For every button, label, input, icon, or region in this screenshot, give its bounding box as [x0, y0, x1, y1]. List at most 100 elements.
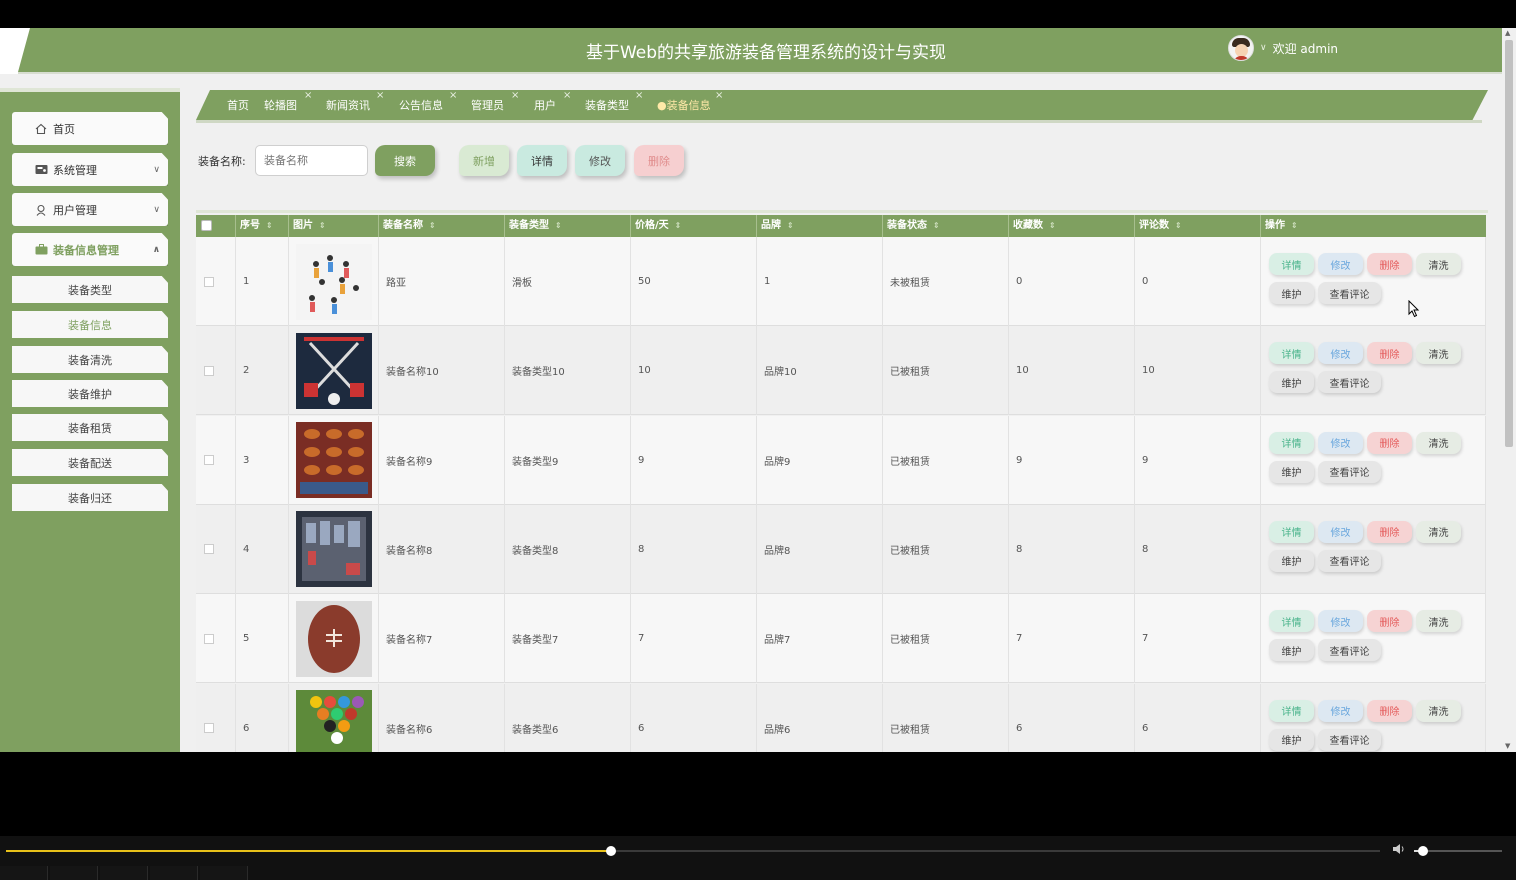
row-maintain-button[interactable]: 维护: [1269, 282, 1314, 304]
sort-icon[interactable]: ⇕: [1291, 221, 1298, 230]
sort-icon[interactable]: ⇕: [429, 221, 436, 230]
row-delete-button[interactable]: 删除: [1367, 431, 1412, 454]
chevron-down-icon[interactable]: ∨: [1260, 43, 1267, 53]
sidebar-item-equipment[interactable]: 装备信息管理 ∧: [12, 233, 168, 266]
row-maintain-button[interactable]: 维护: [1269, 371, 1314, 394]
close-icon[interactable]: ×: [304, 90, 312, 101]
tab-equipment-info[interactable]: ●装备信息 ×: [657, 90, 723, 113]
detail-button[interactable]: 详情: [517, 145, 567, 176]
search-button[interactable]: 搜索: [375, 145, 435, 176]
row-maintain-button[interactable]: 维护: [1269, 549, 1314, 572]
row-edit-button[interactable]: 修改: [1318, 342, 1363, 365]
row-checkbox[interactable]: [204, 365, 214, 376]
vertical-scrollbar[interactable]: ▲ ▼: [1502, 28, 1516, 752]
volume-icon[interactable]: [1392, 843, 1406, 859]
add-button[interactable]: 新增: [459, 145, 509, 176]
column-header[interactable]: 装备状态 ⇕: [883, 215, 1009, 237]
row-delete-button[interactable]: 删除: [1367, 253, 1412, 275]
row-view-reviews-button[interactable]: 查看评论: [1318, 371, 1381, 394]
tab-news[interactable]: 新闻资讯 ×: [326, 90, 384, 113]
sort-icon[interactable]: ⇕: [319, 221, 326, 230]
column-header[interactable]: 装备名称 ⇕: [379, 215, 505, 237]
sidebar-item-users[interactable]: 用户管理 ∨: [12, 193, 168, 226]
volume-slider[interactable]: [1414, 846, 1502, 856]
row-checkbox[interactable]: [204, 633, 214, 644]
row-edit-button[interactable]: 修改: [1318, 610, 1363, 633]
column-header[interactable]: 操作 ⇕: [1261, 215, 1486, 237]
sidebar-subitem-equipment-maintain[interactable]: 装备维护: [12, 380, 168, 407]
row-view-reviews-button[interactable]: 查看评论: [1318, 549, 1381, 572]
sort-icon[interactable]: ⇕: [933, 221, 940, 230]
column-header[interactable]: 评论数 ⇕: [1135, 215, 1261, 237]
sidebar-subitem-equipment-type[interactable]: 装备类型: [12, 276, 168, 303]
scroll-up-icon[interactable]: ▲: [1505, 29, 1510, 37]
row-maintain-button[interactable]: 维护: [1269, 728, 1314, 751]
sidebar-subitem-equipment-return[interactable]: 装备归还: [12, 484, 168, 511]
tab-admin[interactable]: 管理员 ×: [471, 90, 519, 113]
row-detail-button[interactable]: 详情: [1269, 253, 1314, 275]
delete-button[interactable]: 删除: [634, 145, 684, 176]
tab-user[interactable]: 用户 ×: [534, 90, 571, 113]
row-checkbox[interactable]: [204, 544, 214, 555]
column-header[interactable]: 价格/天 ⇕: [631, 215, 757, 237]
row-edit-button[interactable]: 修改: [1318, 699, 1363, 722]
row-maintain-button[interactable]: 维护: [1269, 460, 1314, 483]
search-input[interactable]: [255, 145, 368, 176]
close-icon[interactable]: ×: [635, 90, 643, 101]
row-edit-button[interactable]: 修改: [1318, 253, 1363, 275]
row-edit-button[interactable]: 修改: [1318, 520, 1363, 543]
row-delete-button[interactable]: 删除: [1367, 699, 1412, 722]
row-view-reviews-button[interactable]: 查看评论: [1318, 639, 1381, 662]
tab-carousel[interactable]: 轮播图 ×: [264, 90, 312, 113]
row-clean-button[interactable]: 清洗: [1416, 431, 1461, 454]
close-icon[interactable]: ×: [563, 90, 571, 101]
user-menu[interactable]: ∨ 欢迎 admin: [1228, 34, 1338, 62]
select-all-checkbox[interactable]: [201, 220, 212, 231]
column-header[interactable]: 图片 ⇕: [289, 215, 379, 237]
row-view-reviews-button[interactable]: 查看评论: [1318, 460, 1381, 483]
sort-icon[interactable]: ⇕: [675, 221, 682, 230]
row-detail-button[interactable]: 详情: [1269, 520, 1314, 543]
row-clean-button[interactable]: 清洗: [1416, 699, 1461, 722]
row-checkbox[interactable]: [204, 276, 214, 287]
column-header[interactable]: 序号 ⇕: [236, 215, 289, 237]
row-view-reviews-button[interactable]: 查看评论: [1318, 282, 1381, 304]
tab-equipment-type[interactable]: 装备类型 ×: [585, 90, 643, 113]
scroll-thumb[interactable]: [1505, 40, 1513, 447]
row-detail-button[interactable]: 详情: [1269, 699, 1314, 722]
sidebar-subitem-equipment-rent[interactable]: 装备租赁: [12, 414, 168, 441]
sidebar-item-home[interactable]: 首页: [12, 112, 168, 145]
sort-icon[interactable]: ⇕: [555, 221, 562, 230]
row-checkbox[interactable]: [204, 723, 214, 733]
close-icon[interactable]: ×: [715, 90, 723, 101]
sidebar-item-system[interactable]: 系统管理 ∨: [12, 153, 168, 186]
row-edit-button[interactable]: 修改: [1318, 431, 1363, 454]
volume-knob[interactable]: [1417, 846, 1428, 856]
sort-icon[interactable]: ⇕: [1049, 221, 1056, 230]
close-icon[interactable]: ×: [511, 90, 519, 101]
sort-icon[interactable]: ⇕: [787, 221, 794, 230]
row-detail-button[interactable]: 详情: [1269, 342, 1314, 365]
sort-icon[interactable]: ⇕: [266, 221, 273, 230]
row-view-reviews-button[interactable]: 查看评论: [1318, 728, 1381, 751]
row-checkbox[interactable]: [204, 455, 214, 466]
column-header[interactable]: 装备类型 ⇕: [505, 215, 631, 237]
scroll-down-icon[interactable]: ▼: [1505, 742, 1510, 750]
row-maintain-button[interactable]: 维护: [1269, 639, 1314, 662]
row-clean-button[interactable]: 清洗: [1416, 342, 1461, 365]
sidebar-subitem-equipment-clean[interactable]: 装备清洗: [12, 346, 168, 373]
row-detail-button[interactable]: 详情: [1269, 610, 1314, 633]
close-icon[interactable]: ×: [449, 90, 457, 101]
avatar[interactable]: [1228, 35, 1254, 61]
column-header[interactable]: 品牌 ⇕: [757, 215, 883, 237]
row-clean-button[interactable]: 清洗: [1416, 520, 1461, 543]
sidebar-subitem-equipment-delivery[interactable]: 装备配送: [12, 449, 168, 476]
column-header[interactable]: 收藏数 ⇕: [1009, 215, 1135, 237]
row-delete-button[interactable]: 删除: [1367, 342, 1412, 365]
progress-track[interactable]: [6, 846, 1380, 856]
tab-home[interactable]: 首页: [227, 97, 249, 113]
edit-button[interactable]: 修改: [575, 145, 625, 176]
tab-notice[interactable]: 公告信息 ×: [399, 90, 457, 113]
sort-icon[interactable]: ⇕: [1175, 221, 1182, 230]
row-delete-button[interactable]: 删除: [1367, 610, 1412, 633]
